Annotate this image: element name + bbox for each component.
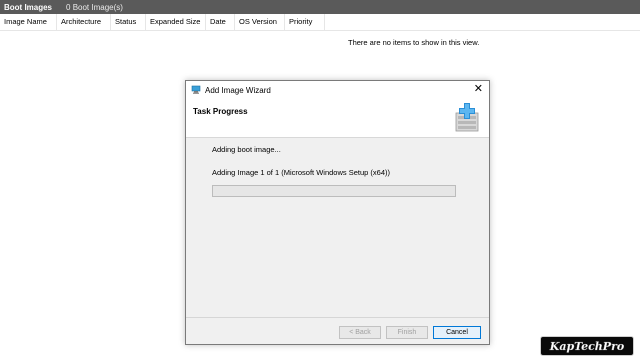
image-count: 0 Boot Image(s) bbox=[66, 2, 123, 12]
back-button[interactable]: < Back bbox=[339, 326, 381, 339]
close-icon[interactable]: ✕ bbox=[474, 83, 483, 95]
finish-button[interactable]: Finish bbox=[386, 326, 428, 339]
column-status[interactable]: Status bbox=[111, 14, 146, 30]
footer-divider bbox=[186, 317, 489, 318]
column-date[interactable]: Date bbox=[206, 14, 235, 30]
svg-text:KapTechPro: KapTechPro bbox=[549, 340, 624, 353]
cancel-button[interactable]: Cancel bbox=[433, 326, 481, 339]
column-priority[interactable]: Priority bbox=[285, 14, 325, 30]
dialog-title: Add Image Wizard bbox=[205, 85, 271, 95]
watermark-logo: KapTechPro bbox=[540, 336, 634, 356]
column-header-row: Image Name Architecture Status Expanded … bbox=[0, 14, 640, 31]
add-image-wizard-dialog: Add Image Wizard ✕ Task Progress Adding … bbox=[185, 80, 490, 345]
progress-bar bbox=[212, 185, 456, 197]
server-add-icon bbox=[455, 103, 479, 132]
column-os-version[interactable]: OS Version bbox=[235, 14, 285, 30]
status-line-image-progress: Adding Image 1 of 1 (Microsoft Windows S… bbox=[212, 168, 390, 177]
empty-list-message: There are no items to show in this view. bbox=[348, 38, 480, 47]
column-architecture[interactable]: Architecture bbox=[57, 14, 111, 30]
console-title: Boot Images bbox=[4, 2, 53, 12]
dialog-title-bar: Add Image Wizard ✕ bbox=[186, 81, 489, 99]
wizard-header: Task Progress bbox=[186, 99, 489, 138]
wizard-heading: Task Progress bbox=[193, 107, 248, 116]
watermark-logo-art: KapTechPro bbox=[549, 340, 625, 353]
status-line-adding-boot-image: Adding boot image... bbox=[212, 145, 281, 154]
column-expanded-size[interactable]: Expanded Size bbox=[146, 14, 206, 30]
console-title-bar: Boot Images 0 Boot Image(s) bbox=[0, 0, 640, 14]
wizard-app-icon bbox=[191, 85, 201, 94]
column-image-name[interactable]: Image Name bbox=[0, 14, 57, 30]
